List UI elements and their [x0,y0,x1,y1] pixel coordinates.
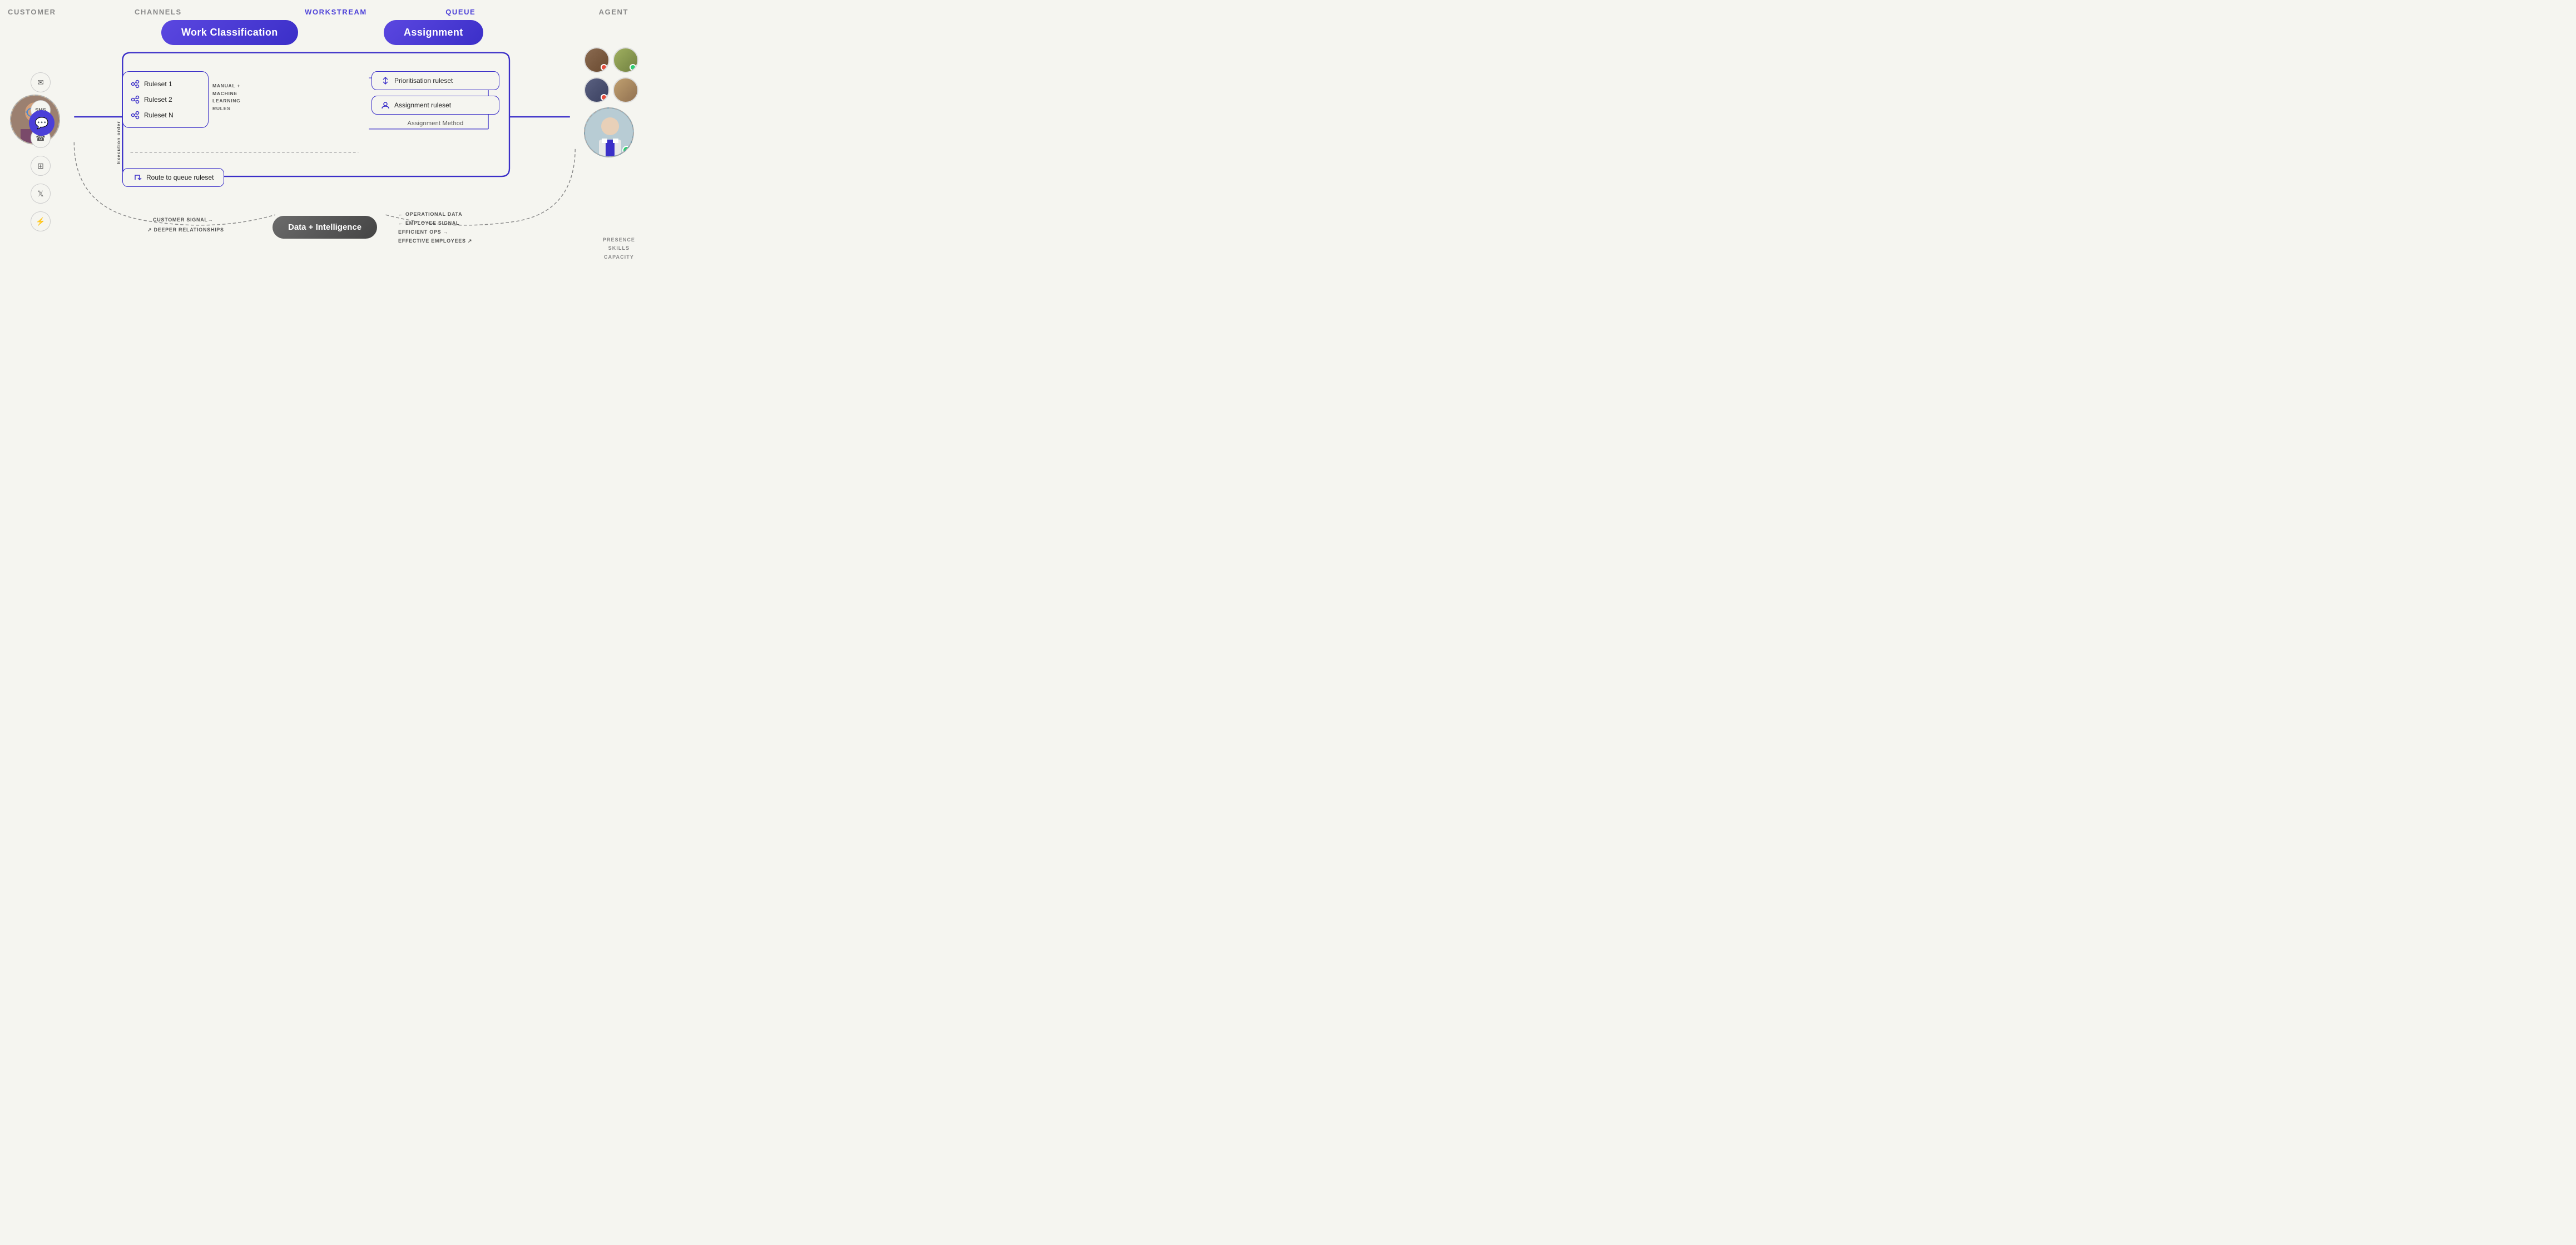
agent-section [584,47,638,157]
chat-bubble-icon: 💬 [29,110,55,136]
header-queue: QUEUE [445,8,475,16]
widget-icon: ⊞ [31,156,51,176]
agent-row-top [584,47,638,73]
deeper-relationships-label: ↗ DEEPER RELATIONSHIPS [147,227,224,233]
skills-label: SKILLS [603,244,635,253]
execution-order-label: Execution order [116,97,121,164]
work-classification-pill: Work Classification [161,20,298,45]
agent-attributes: PRESENCE SKILLS CAPACITY [603,236,635,261]
ml-label: MANUAL + MACHINE LEARNING RULES [212,82,241,112]
channels-list: ✉ SMS ☎ ⊞ 𝕏 ⚡ [31,72,51,231]
effective-employees-label: EFFECTIVE EMPLOYEES ↗ [398,238,472,244]
header-channels: CHANNELS [135,8,182,16]
ruleset-1: Ruleset 1 [123,76,208,92]
agent-row-second [584,77,638,103]
agent-avatar-4 [613,77,638,103]
ruleset-n: Ruleset N [123,107,208,123]
customer-signal-label: CUSTOMER SIGNAL→ [153,217,213,223]
header-workstream: WORKSTREAM [305,8,367,16]
ruleset-group: Ruleset 1 Ruleset 2 Ruleset N [122,71,209,128]
agent-avatar-1 [584,47,610,73]
prioritisation-ruleset-box: Prioritisation ruleset [371,71,499,90]
agent-avatar-main [584,107,634,157]
header-customer: CUSTOMER [8,8,56,16]
messenger-icon: ⚡ [31,211,51,231]
assignment-section: Prioritisation ruleset Assignment rulese… [371,71,499,127]
presence-label: PRESENCE [603,236,635,244]
assignment-method-label: Assignment Method [371,120,499,127]
twitter-icon: 𝕏 [31,184,51,204]
capacity-label: CAPACITY [603,253,635,261]
status-dot-green-main [622,146,631,155]
efficient-ops-label: EFFICIENT OPS → [398,229,448,235]
employee-signal-label: ← EMPLOYEE SIGNAL [398,220,459,226]
assignment-ruleset-box: Assignment ruleset [371,96,499,115]
email-icon: ✉ [31,72,51,92]
status-dot-green-1 [630,64,636,71]
ruleset-2: Ruleset 2 [123,92,208,107]
agent-avatar-3 [584,77,610,103]
assignment-pill: Assignment [384,20,483,45]
data-intelligence-pill: Data + Intelligence [273,216,377,239]
status-dot-red-1 [601,64,607,71]
agent-avatar-2 [613,47,638,73]
status-dot-red-2 [601,94,607,101]
route-to-queue-box: Route to queue ruleset [122,168,224,187]
header-agent: AGENT [599,8,628,16]
operational-data-label: ← OPERATIONAL DATA [398,211,462,217]
